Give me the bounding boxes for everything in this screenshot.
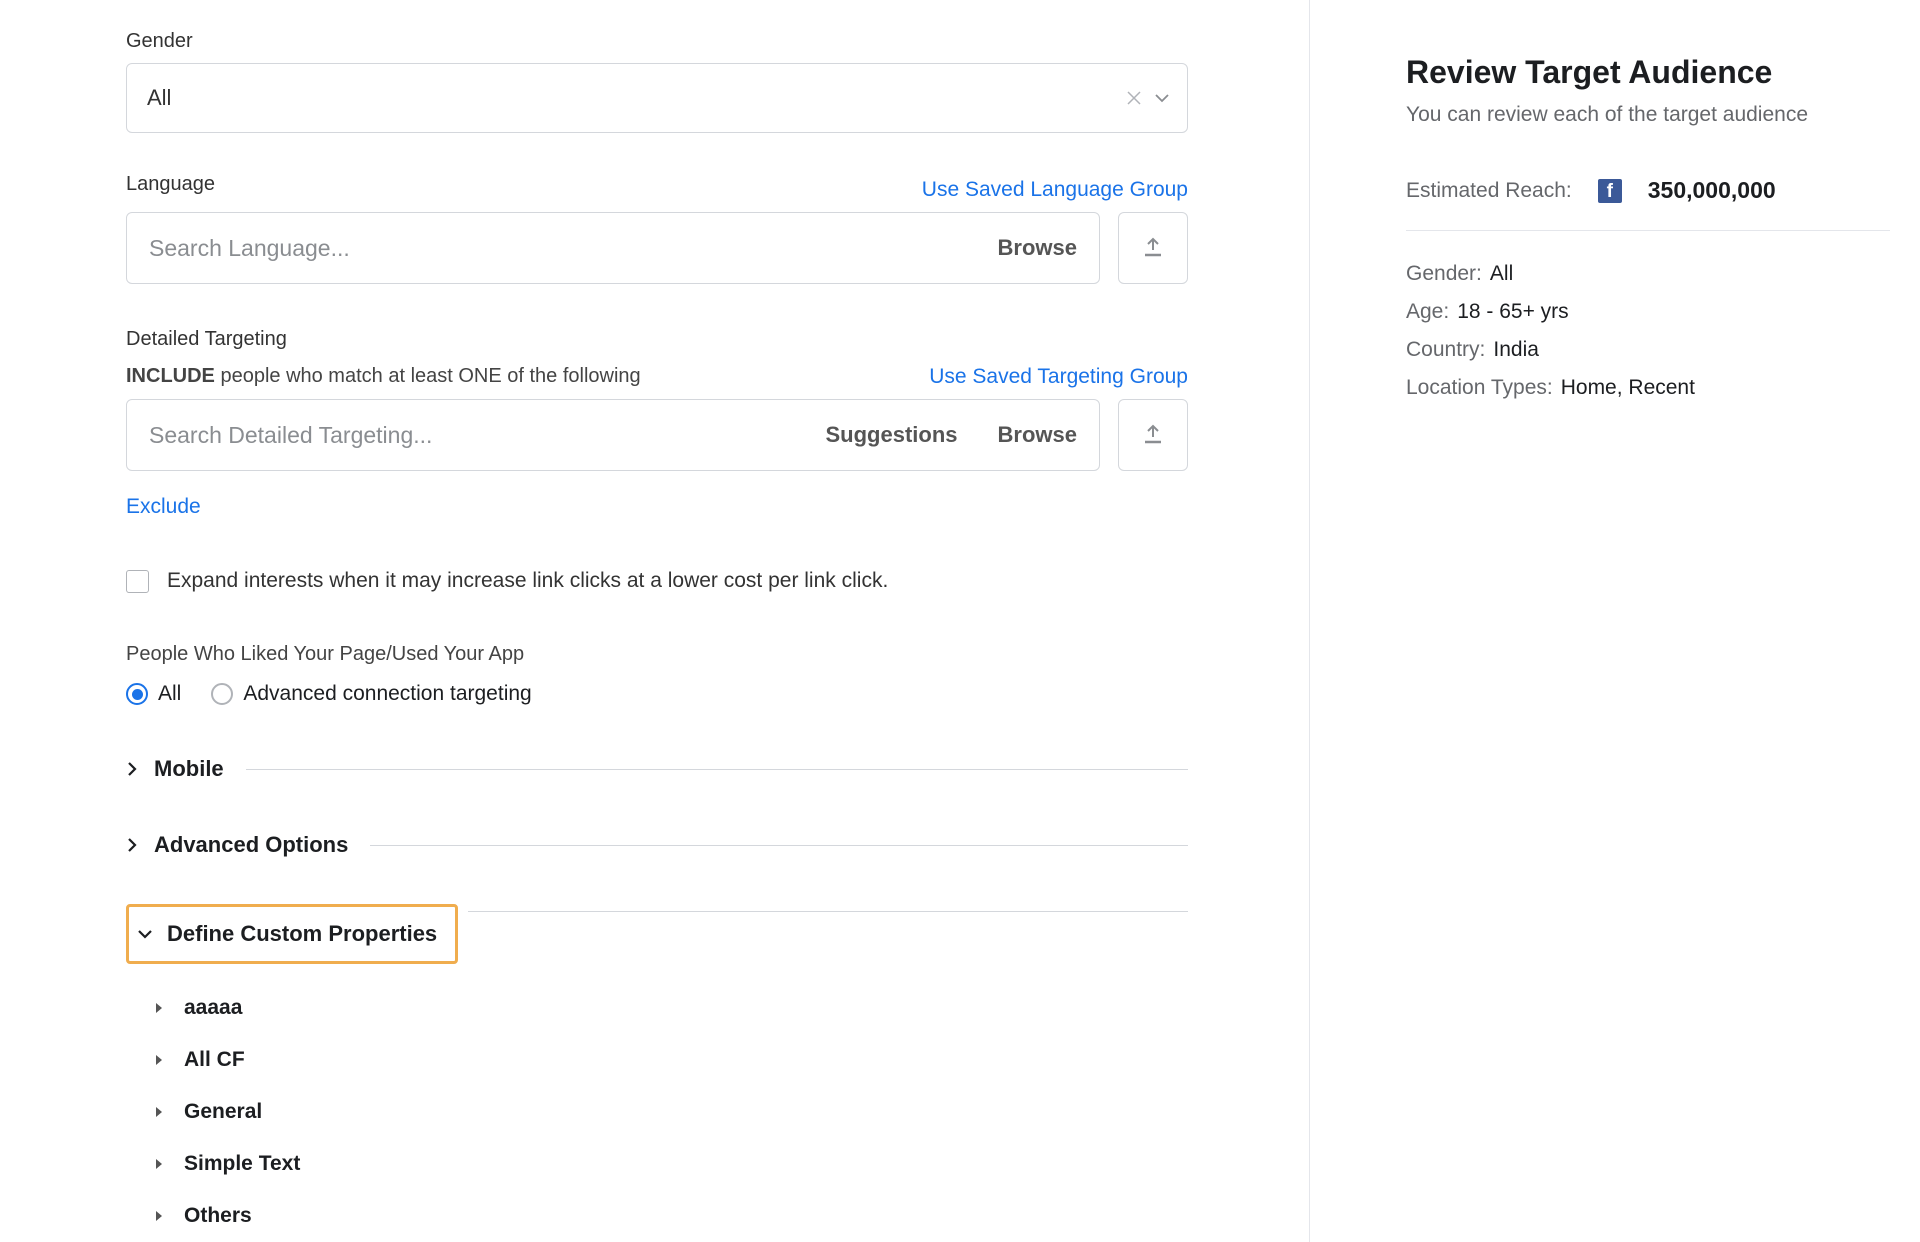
section-advanced-options[interactable]: Advanced Options <box>126 832 1188 858</box>
info-gender: Gender: All <box>1406 255 1890 293</box>
caret-right-icon <box>154 1158 170 1170</box>
reach-value: 350,000,000 <box>1648 177 1776 204</box>
expand-interests-label: Expand interests when it may increase li… <box>167 569 888 593</box>
connection-label: People Who Liked Your Page/Used Your App <box>126 643 1188 666</box>
connection-all-label: All <box>158 682 181 706</box>
divider <box>468 911 1188 912</box>
language-label: Language <box>126 173 215 196</box>
use-saved-targeting-link[interactable]: Use Saved Targeting Group <box>929 365 1188 389</box>
chevron-right-icon <box>126 837 142 853</box>
targeting-search-box[interactable]: Suggestions Browse <box>126 399 1100 471</box>
include-description: INCLUDE people who match at least ONE of… <box>126 365 641 389</box>
targeting-upload-button[interactable] <box>1118 399 1188 471</box>
divider <box>370 845 1188 846</box>
custom-properties-list: aaaaa All CF General Simple Text Others <box>126 982 1188 1242</box>
language-search-box[interactable]: Browse <box>126 212 1100 284</box>
custom-item[interactable]: aaaaa <box>154 982 1188 1034</box>
upload-icon <box>1142 237 1164 259</box>
custom-item[interactable]: All CF <box>154 1034 1188 1086</box>
facebook-icon: f <box>1598 179 1622 203</box>
clear-icon[interactable] <box>1127 91 1141 105</box>
gender-label: Gender <box>126 30 1188 53</box>
section-advanced-label: Advanced Options <box>154 832 348 858</box>
gender-value: All <box>147 85 171 111</box>
estimated-reach-row: Estimated Reach: f 350,000,000 <box>1406 177 1890 231</box>
section-custom-label: Define Custom Properties <box>167 921 437 947</box>
custom-item-label: All CF <box>184 1048 245 1072</box>
review-subtitle: You can review each of the target audien… <box>1406 103 1890 127</box>
caret-right-icon <box>154 1002 170 1014</box>
caret-right-icon <box>154 1054 170 1066</box>
targeting-browse-button[interactable]: Browse <box>998 422 1077 448</box>
exclude-link[interactable]: Exclude <box>126 495 201 519</box>
connection-advanced-label: Advanced connection targeting <box>243 682 531 706</box>
chevron-down-icon[interactable] <box>1155 93 1169 103</box>
divider <box>246 769 1188 770</box>
connection-advanced-radio[interactable] <box>211 683 233 705</box>
section-mobile[interactable]: Mobile <box>126 756 1188 782</box>
custom-item-label: General <box>184 1100 262 1124</box>
info-country: Country: India <box>1406 331 1890 369</box>
section-mobile-label: Mobile <box>154 756 224 782</box>
custom-item-label: aaaaa <box>184 996 242 1020</box>
custom-item-label: Simple Text <box>184 1152 300 1176</box>
reach-label: Estimated Reach: <box>1406 179 1572 203</box>
custom-item[interactable]: Simple Text <box>154 1138 1188 1190</box>
use-saved-language-link[interactable]: Use Saved Language Group <box>922 178 1188 202</box>
language-search-input[interactable] <box>149 235 998 262</box>
connection-all-radio[interactable] <box>126 683 148 705</box>
section-define-custom-properties[interactable]: Define Custom Properties <box>126 904 458 964</box>
targeting-suggestions-button[interactable]: Suggestions <box>826 422 958 448</box>
targeting-search-input[interactable] <box>149 422 826 449</box>
language-upload-button[interactable] <box>1118 212 1188 284</box>
chevron-right-icon <box>126 761 142 777</box>
chevron-down-icon <box>137 928 153 940</box>
caret-right-icon <box>154 1106 170 1118</box>
language-browse-button[interactable]: Browse <box>998 235 1077 261</box>
review-title: Review Target Audience <box>1406 54 1890 91</box>
custom-item-label: Others <box>184 1204 252 1228</box>
caret-right-icon <box>154 1210 170 1222</box>
gender-select[interactable]: All <box>126 63 1188 133</box>
custom-item[interactable]: Others <box>154 1190 1188 1242</box>
detailed-targeting-label: Detailed Targeting <box>126 328 1188 351</box>
upload-icon <box>1142 424 1164 446</box>
info-location-types: Location Types: Home, Recent <box>1406 369 1890 407</box>
custom-item[interactable]: General <box>154 1086 1188 1138</box>
info-age: Age: 18 - 65+ yrs <box>1406 293 1890 331</box>
expand-interests-checkbox[interactable] <box>126 570 149 593</box>
